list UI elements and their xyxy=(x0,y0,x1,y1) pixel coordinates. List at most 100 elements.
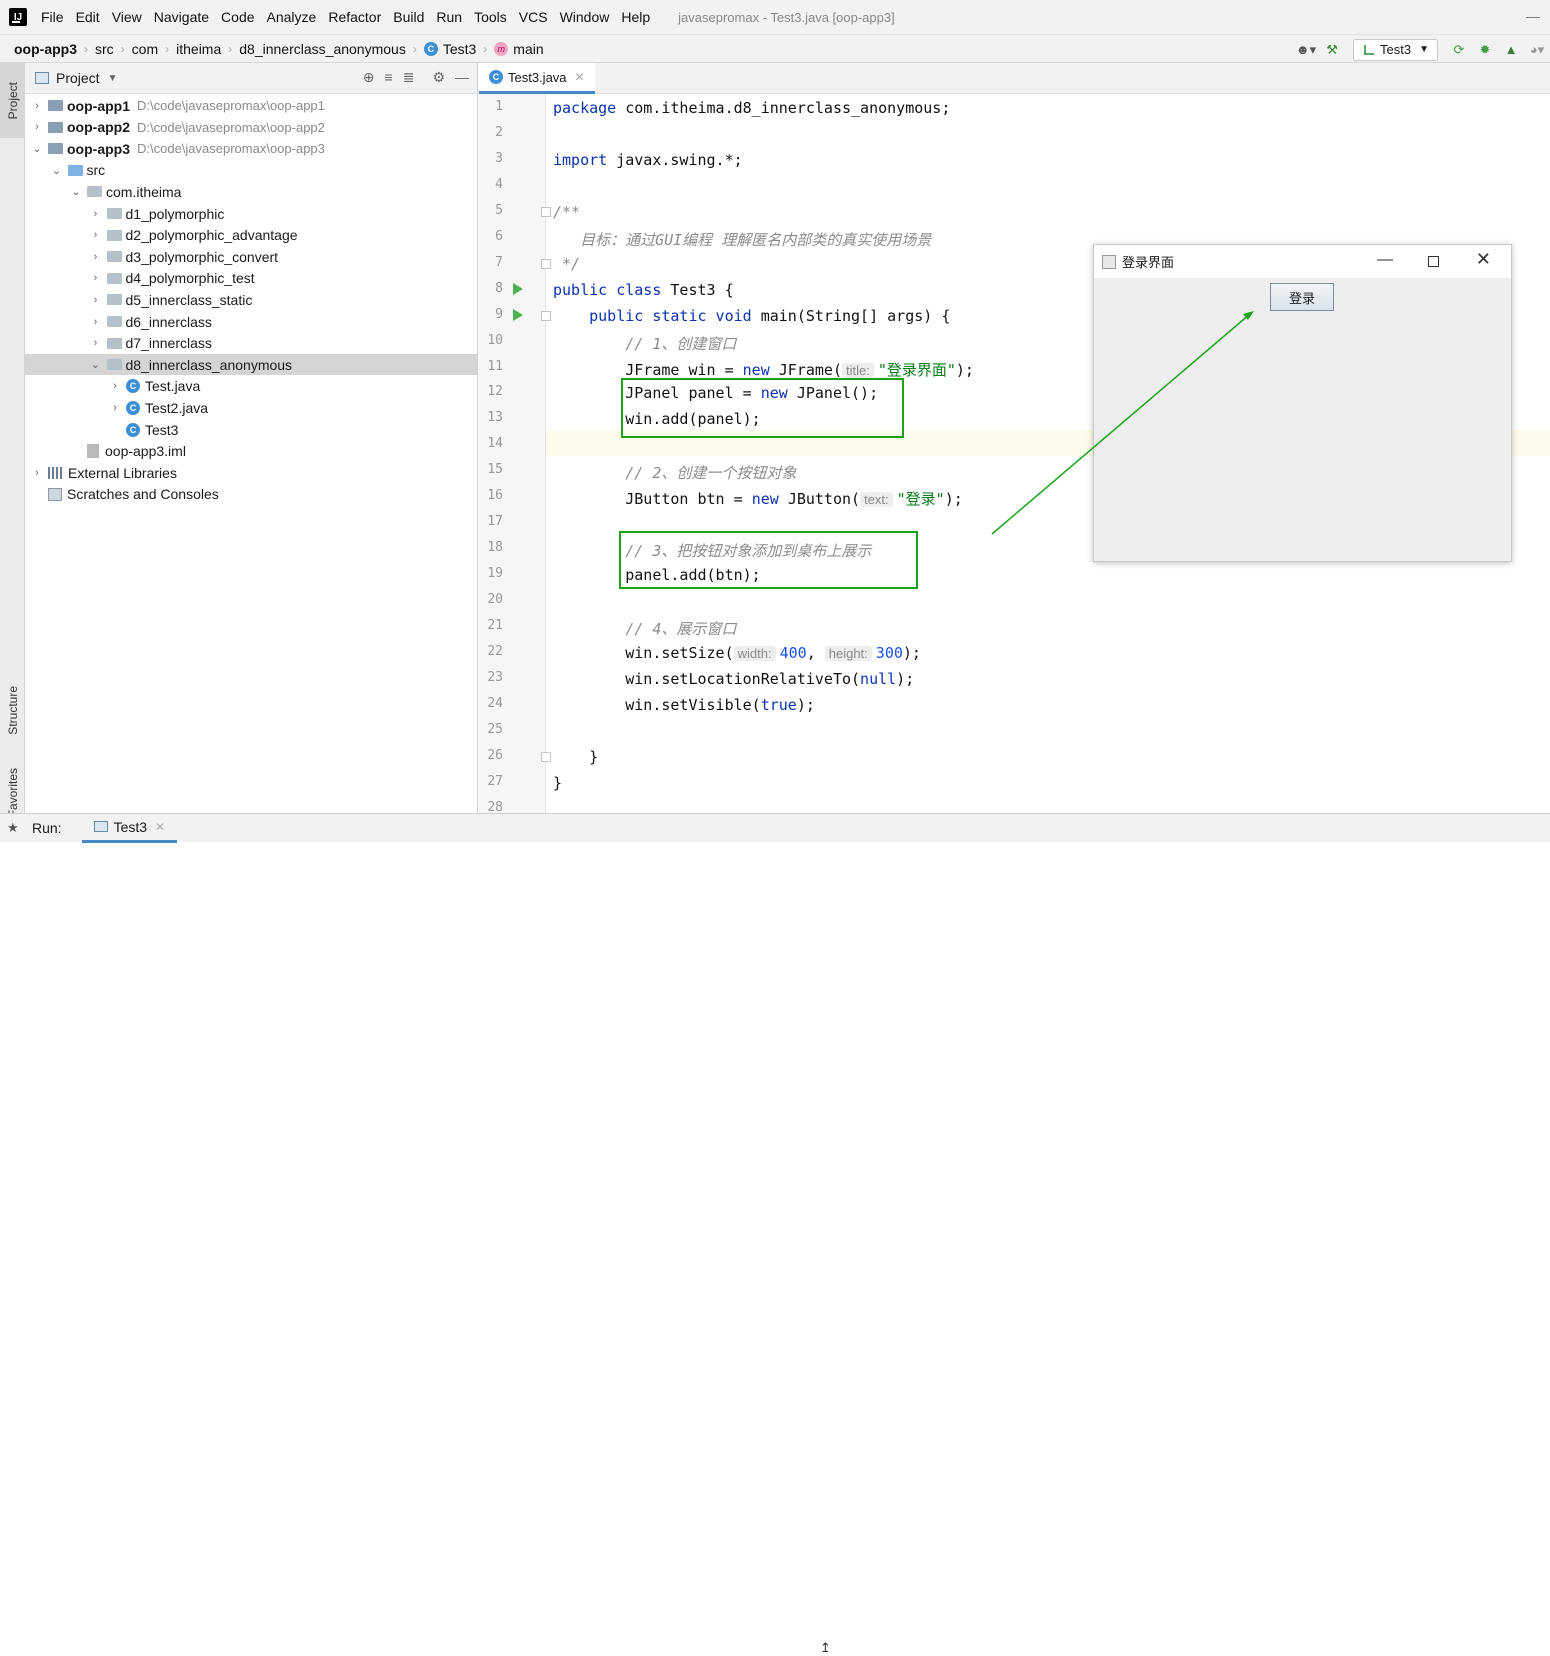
menu-code[interactable]: Code xyxy=(215,0,260,34)
editor-gutter: 1 2 3 4 5 6 7 8 9 10 11 12 13 14 15 16 17 18 19 20 21 22 23 24 2… xyxy=(479,94,551,815)
breadcrumb-item[interactable]: src xyxy=(95,41,114,57)
fold-marker-icon[interactable] xyxy=(541,206,551,217)
run-gutter-icon[interactable] xyxy=(513,282,523,295)
tree-item[interactable]: ⌄ src xyxy=(25,160,477,181)
intellij-logo-icon: IJ xyxy=(9,8,27,26)
frame-close-button[interactable]: ✕ xyxy=(1476,249,1491,270)
tree-item[interactable]: ⌄ d8_innerclass_anonymous xyxy=(25,354,477,376)
tab-test3-java[interactable]: C Test3.java ✕ xyxy=(479,63,595,94)
profiler-icon[interactable]: ◕▾ xyxy=(1524,39,1550,61)
chevron-down-icon[interactable]: ⌄ xyxy=(51,164,63,177)
chevron-right-icon[interactable]: › xyxy=(90,337,102,349)
breadcrumb-item[interactable]: d8_innerclass_anonymous xyxy=(239,41,406,57)
window-minimize-button[interactable]: — xyxy=(1526,8,1540,24)
run-configuration-select[interactable]: Test3 ▼ xyxy=(1353,38,1438,61)
chevron-right-icon[interactable]: › xyxy=(31,100,43,112)
menu-run[interactable]: Run xyxy=(430,0,468,34)
tree-item-path: D:\code\javasepromax\oop-app3 xyxy=(137,141,325,157)
menu-tools[interactable]: Tools xyxy=(468,0,513,34)
tree-item[interactable]: › d3_polymorphic_convert xyxy=(25,246,477,267)
tree-item[interactable]: Scratches and Consoles xyxy=(25,484,477,505)
menu-vcs[interactable]: VCS xyxy=(513,0,554,34)
chevron-right-icon[interactable]: › xyxy=(31,467,43,479)
chevron-down-icon[interactable]: ⌄ xyxy=(90,358,102,371)
fold-marker-icon[interactable] xyxy=(541,751,551,762)
coverage-icon[interactable]: ▲ xyxy=(1498,39,1524,61)
chevron-down-icon[interactable]: ⌄ xyxy=(70,185,82,198)
menu-analyze[interactable]: Analyze xyxy=(261,0,323,34)
close-icon[interactable]: ✕ xyxy=(155,820,165,834)
frame-maximize-button[interactable] xyxy=(1428,256,1439,267)
expand-all-icon[interactable]: ≡ xyxy=(385,69,393,86)
menu-view[interactable]: View xyxy=(106,0,148,34)
structure-tool-tab[interactable]: Structure xyxy=(0,673,25,748)
chevron-right-icon[interactable]: › xyxy=(90,316,102,328)
chevron-right-icon[interactable]: › xyxy=(90,272,102,284)
breadcrumb-item[interactable]: C Test3 xyxy=(423,41,476,57)
menu-refactor[interactable]: Refactor xyxy=(322,0,387,34)
menu-navigate[interactable]: Navigate xyxy=(148,0,215,34)
package-folder-icon xyxy=(106,337,122,349)
menu-file[interactable]: File xyxy=(35,0,70,34)
tree-item[interactable]: › oop-app1 D:\code\javasepromax\oop-app1 xyxy=(25,95,477,116)
debug-bug-icon[interactable]: ✹ xyxy=(1472,39,1498,61)
tree-item[interactable]: ⌄ com.itheima xyxy=(25,181,477,202)
fold-marker-icon[interactable] xyxy=(541,310,551,321)
tree-item[interactable]: › External Libraries xyxy=(25,462,477,483)
tree-item[interactable]: › d4_polymorphic_test xyxy=(25,268,477,289)
rerun-icon[interactable]: ⟳ xyxy=(1446,39,1472,61)
close-icon[interactable]: ✕ xyxy=(575,70,585,84)
tree-item[interactable]: › d2_polymorphic_advantage xyxy=(25,225,477,246)
package-folder-icon xyxy=(106,294,122,306)
project-tool-tab[interactable]: Project xyxy=(0,63,25,138)
tree-item-label: d4_polymorphic_test xyxy=(125,270,255,287)
chevron-right-icon[interactable]: › xyxy=(31,121,43,133)
project-panel-title[interactable]: Project xyxy=(56,70,100,86)
run-tab-test3[interactable]: Test3 ✕ xyxy=(81,814,178,843)
menu-build[interactable]: Build xyxy=(387,0,430,34)
tree-item[interactable]: › C Test.java xyxy=(25,376,477,397)
login-button[interactable]: 登录 xyxy=(1270,283,1334,311)
tree-item[interactable]: › d5_innerclass_static xyxy=(25,289,477,310)
tree-item[interactable]: › oop-app2 D:\code\javasepromax\oop-app2 xyxy=(25,117,477,138)
breadcrumb-item[interactable]: m main xyxy=(494,41,544,57)
chevron-right-icon[interactable]: › xyxy=(90,251,102,263)
chevron-down-icon[interactable]: ▼ xyxy=(108,73,118,84)
frame-minimize-button[interactable]: — xyxy=(1377,251,1393,269)
menu-help[interactable]: Help xyxy=(615,0,656,34)
chevron-down-icon[interactable]: ⌄ xyxy=(31,142,43,155)
chevron-right-icon[interactable]: › xyxy=(90,294,102,306)
tree-item[interactable]: › d6_innerclass xyxy=(25,311,477,332)
run-tab-label: Test3 xyxy=(113,818,148,835)
user-icon[interactable]: ☻▾ xyxy=(1293,39,1319,61)
gear-icon[interactable]: ⚙ xyxy=(432,69,445,86)
chevron-right-icon[interactable]: › xyxy=(109,380,121,392)
breadcrumb-item[interactable]: com xyxy=(132,41,158,57)
tree-item-label: Test.java xyxy=(145,378,201,395)
java-class-icon: C xyxy=(423,41,438,56)
build-hammer-icon[interactable]: ⚒ xyxy=(1319,39,1345,61)
tree-item[interactable]: ⌄ oop-app3 D:\code\javasepromax\oop-app3 xyxy=(25,138,477,159)
tree-item[interactable]: › d1_polymorphic xyxy=(25,203,477,224)
tree-item[interactable]: › C Test2.java xyxy=(25,397,477,418)
line-number: 8 xyxy=(495,280,503,296)
tree-item-path: D:\code\javasepromax\oop-app1 xyxy=(137,98,325,113)
collapse-all-icon[interactable]: ≣ xyxy=(403,69,415,86)
menu-window[interactable]: Window xyxy=(554,0,616,34)
fold-marker-icon[interactable] xyxy=(541,258,551,269)
tree-item[interactable]: › d7_innerclass xyxy=(25,333,477,354)
tree-item[interactable]: C Test3 xyxy=(25,419,477,440)
chevron-right-icon[interactable]: › xyxy=(90,208,102,220)
menu-edit[interactable]: Edit xyxy=(70,0,106,34)
tree-item[interactable]: oop-app3.iml xyxy=(25,441,477,462)
project-tool-tab-label: Project xyxy=(5,81,20,120)
hide-panel-icon[interactable]: — xyxy=(455,69,469,86)
line-number: 16 xyxy=(487,488,503,504)
run-gutter-icon[interactable] xyxy=(513,308,523,321)
chevron-right-icon[interactable]: › xyxy=(90,229,102,241)
chevron-right-icon[interactable]: › xyxy=(109,402,121,414)
breadcrumb-item[interactable]: itheima xyxy=(176,41,221,57)
breadcrumb-item[interactable]: oop-app3 xyxy=(14,41,77,57)
locate-target-icon[interactable]: ⊕ xyxy=(363,69,375,86)
star-icon[interactable]: ★ xyxy=(7,820,19,836)
